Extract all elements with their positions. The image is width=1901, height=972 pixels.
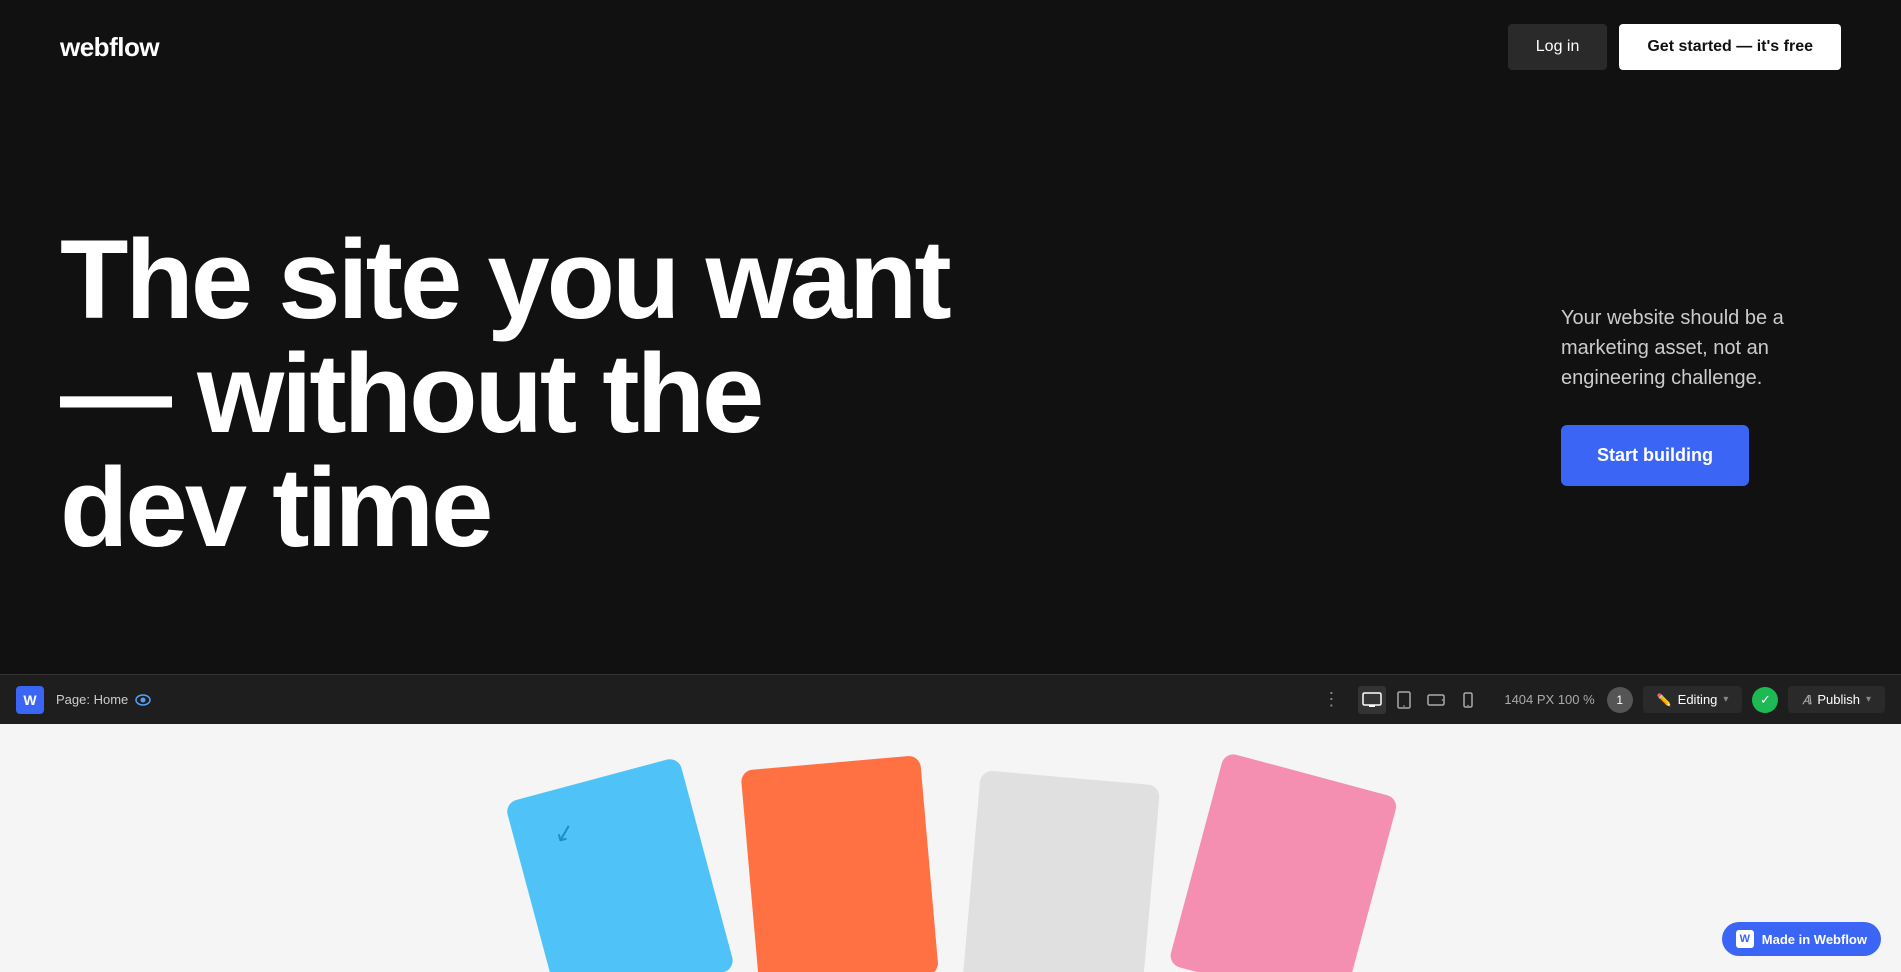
publish-chevron-icon: ▾ — [1866, 694, 1871, 705]
card-gray — [961, 770, 1159, 972]
editor-right-actions: 1 ✏️ Editing ▾ ✓ 𝔸 Publish ▾ — [1607, 686, 1885, 713]
publish-label: Publish — [1817, 692, 1860, 707]
pencil-icon: ✏️ — [1657, 693, 1672, 707]
hero-right: Your website should be a marketing asset… — [1501, 303, 1841, 486]
card-container — [561, 782, 1341, 972]
editing-label: Editing — [1678, 692, 1718, 707]
desktop-viewport-button[interactable] — [1358, 686, 1386, 714]
page-label: Page: Home — [56, 691, 152, 709]
viewport-controls — [1358, 686, 1482, 714]
publish-status-check-icon: ✓ — [1752, 687, 1778, 713]
logo: webflow — [60, 32, 159, 63]
editing-chevron-icon: ▾ — [1723, 694, 1728, 705]
card-pink — [1167, 752, 1398, 972]
mobile-landscape-viewport-button[interactable] — [1422, 686, 1450, 714]
publish-a-icon: 𝔸 — [1802, 693, 1811, 707]
navbar: webflow Log in Get started — it's free — [0, 0, 1901, 94]
nav-actions: Log in Get started — it's free — [1508, 24, 1841, 70]
card-blue — [504, 757, 735, 972]
notification-badge[interactable]: 1 — [1607, 687, 1633, 713]
made-in-webflow-text: Made in Webflow — [1762, 932, 1867, 947]
hero-section: The site you want — without the dev time… — [0, 94, 1901, 674]
tablet-viewport-button[interactable] — [1390, 686, 1418, 714]
canvas-preview: W Made in Webflow — [0, 724, 1901, 972]
canvas-size-info: 1404 PX 100 % — [1504, 692, 1594, 707]
publish-button[interactable]: 𝔸 Publish ▾ — [1788, 686, 1885, 713]
made-in-webflow-badge[interactable]: W Made in Webflow — [1722, 922, 1881, 956]
webflow-w-icon: W — [16, 686, 44, 714]
webflow-badge-w-icon: W — [1736, 930, 1754, 948]
hero-headline: The site you want — without the dev time — [60, 223, 960, 566]
editor-bar: W Page: Home ⋮ — [0, 674, 1901, 724]
eye-icon[interactable] — [134, 691, 152, 709]
more-options-icon[interactable]: ⋮ — [1316, 689, 1346, 710]
hero-subtext: Your website should be a marketing asset… — [1561, 303, 1841, 393]
hero-left: The site you want — without the dev time — [60, 223, 960, 566]
get-started-button[interactable]: Get started — it's free — [1619, 24, 1841, 70]
mobile-portrait-viewport-button[interactable] — [1454, 686, 1482, 714]
editing-button[interactable]: ✏️ Editing ▾ — [1643, 686, 1743, 713]
start-building-button[interactable]: Start building — [1561, 425, 1749, 486]
card-orange — [740, 755, 938, 972]
login-button[interactable]: Log in — [1508, 24, 1608, 70]
